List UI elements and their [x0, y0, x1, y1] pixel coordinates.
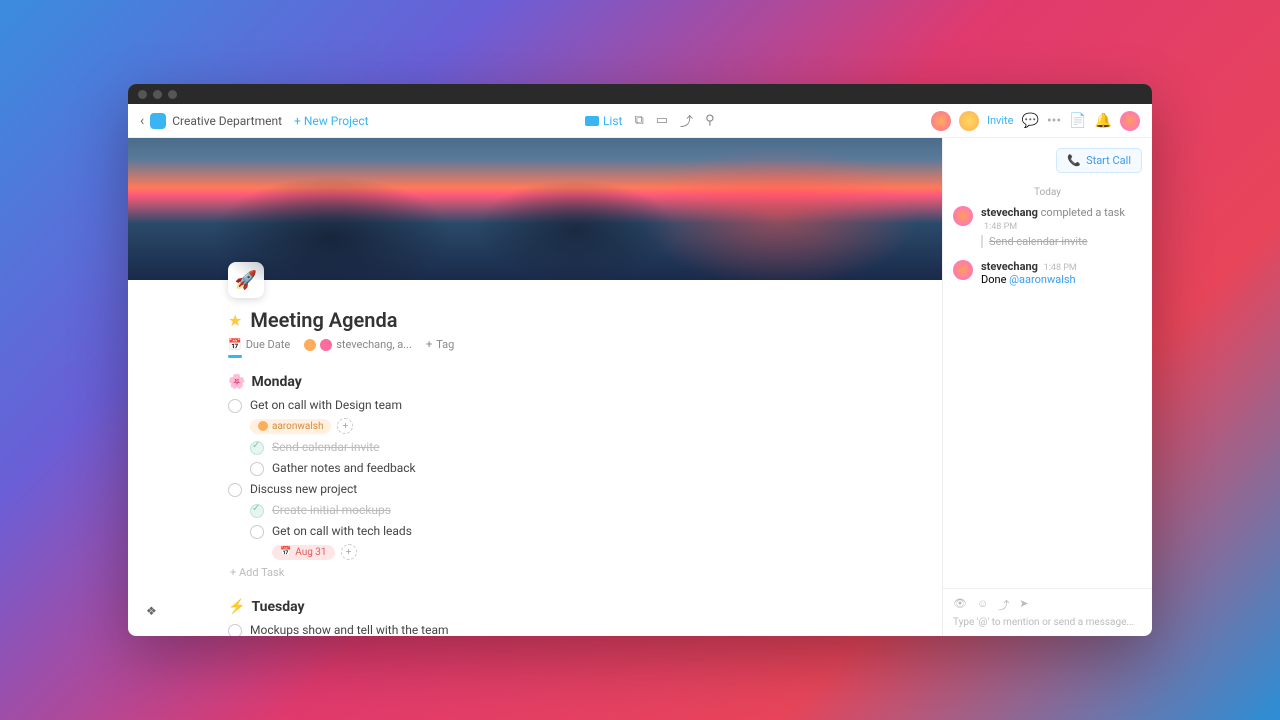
link-icon[interactable]: ⧉ [634, 113, 643, 128]
tag-chip[interactable]: + Tag [426, 338, 454, 351]
feed-user[interactable]: stevechang [981, 206, 1038, 219]
message-composer: 👁 ☺ ⤴ ➤ Type '@' to mention or send a me… [943, 588, 1152, 636]
add-chip-button[interactable]: + [337, 418, 353, 434]
eye-icon[interactable]: 👁 [953, 597, 967, 613]
task-text: Send calendar invite [272, 440, 379, 454]
hero-image: 🚀 [128, 138, 942, 280]
titlebar [128, 84, 1152, 104]
task-text: Gather notes and feedback [272, 461, 416, 475]
activity-feed: stevechang completed a task 1:48 PM Send… [943, 206, 1152, 588]
message-input[interactable]: Type '@' to mention or send a message... [953, 617, 1142, 628]
task-text: Mockups show and tell with the team [250, 623, 449, 636]
attach-icon[interactable]: ⤴ [998, 597, 1009, 613]
new-project-button[interactable]: New Project [294, 114, 369, 128]
bolt-icon: ⚡ [228, 599, 245, 615]
add-chip-button[interactable]: + [341, 544, 357, 560]
invite-button[interactable]: Invite [987, 114, 1014, 127]
feed-mention[interactable]: @aaronwalsh [1009, 273, 1075, 286]
help-icon[interactable]: ❖ [146, 604, 157, 618]
add-task-button[interactable]: + Add Task [230, 566, 842, 579]
assignees-chip[interactable]: stevechang, a... [304, 338, 412, 351]
back-button[interactable]: ‹ [140, 113, 144, 129]
traffic-light-zoom[interactable] [168, 90, 177, 99]
subtask-row[interactable]: Gather notes and feedback [250, 461, 842, 476]
task-row[interactable]: Mockups show and tell with the team [228, 623, 842, 636]
assignee-avatar-1 [304, 339, 316, 351]
traffic-light-close[interactable] [138, 90, 147, 99]
chat-icon[interactable]: 💬 [1022, 113, 1039, 129]
share-icon[interactable]: ⤴ [680, 111, 693, 130]
subtask-row[interactable]: Get on call with tech leads Aug 31 + [250, 524, 842, 560]
doc-icon[interactable]: 📄 [1069, 113, 1086, 129]
checkbox[interactable] [250, 462, 264, 476]
feed-time: 1:48 PM [984, 222, 1017, 232]
assignee-avatar-2 [320, 339, 332, 351]
calendar-icon: 📅 [228, 338, 242, 351]
board-icon[interactable]: ▭ [656, 113, 668, 128]
checkbox[interactable] [228, 483, 242, 497]
app-window: ‹ Creative Department New Project List ⧉… [128, 84, 1152, 636]
feed-time: 1:48 PM [1044, 263, 1077, 273]
toolbar: ‹ Creative Department New Project List ⧉… [128, 104, 1152, 138]
feed-avatar[interactable] [953, 206, 973, 226]
people-icon[interactable]: ⚲ [705, 113, 715, 128]
breadcrumb[interactable]: Creative Department [172, 114, 282, 128]
task-text: Get on call with Design team [250, 398, 402, 412]
task-text: Discuss new project [250, 482, 357, 496]
checkbox-done[interactable] [250, 504, 264, 518]
feed-avatar[interactable] [953, 260, 973, 280]
user-avatar[interactable] [1120, 111, 1140, 131]
feed-item: stevechang completed a task 1:48 PM Send… [953, 206, 1142, 248]
list-icon [585, 116, 599, 126]
section-header-monday: 🌸 Monday [228, 374, 842, 390]
feed-detail: Send calendar invite [981, 235, 1142, 248]
more-icon[interactable]: ••• [1047, 113, 1061, 129]
member-avatar-2[interactable] [959, 111, 979, 131]
start-call-button[interactable]: 📞 Start Call [1056, 148, 1142, 173]
task-row[interactable]: Discuss new project [228, 482, 842, 497]
subtask-row[interactable]: Send calendar invite [250, 440, 842, 455]
due-date-chip[interactable]: 📅 Due Date [228, 338, 290, 351]
task-row[interactable]: Get on call with Design team aaronwalsh … [228, 398, 842, 434]
assignee-chip[interactable]: aaronwalsh [250, 419, 331, 434]
today-label: Today [943, 187, 1152, 198]
flower-icon: 🌸 [228, 374, 245, 390]
body: 🚀 ★ Meeting Agenda 📅 Due Date stevechang… [128, 138, 1152, 636]
phone-icon: 📞 [1067, 154, 1081, 167]
send-icon[interactable]: ➤ [1019, 597, 1028, 613]
title-underline [228, 355, 242, 358]
view-list-button[interactable]: List [585, 114, 623, 128]
feed-action: completed a task [1041, 206, 1125, 219]
checkbox[interactable] [228, 399, 242, 413]
checkbox[interactable] [250, 525, 264, 539]
checkbox-done[interactable] [250, 441, 264, 455]
feed-item: stevechang 1:48 PM Done @aaronwalsh [953, 260, 1142, 286]
feed-message: Done [981, 273, 1006, 286]
traffic-light-minimize[interactable] [153, 90, 162, 99]
project-icon[interactable]: 🚀 [228, 262, 264, 298]
main-panel: 🚀 ★ Meeting Agenda 📅 Due Date stevechang… [128, 138, 942, 636]
page-title[interactable]: Meeting Agenda [250, 308, 397, 332]
feed-user[interactable]: stevechang [981, 260, 1038, 273]
date-chip[interactable]: Aug 31 [272, 545, 335, 560]
activity-sidebar: 📞 Start Call Today stevechang completed … [942, 138, 1152, 636]
task-text: Create initial mockups [272, 503, 391, 517]
bell-icon[interactable]: 🔔 [1095, 113, 1112, 129]
subtask-row[interactable]: Create initial mockups [250, 503, 842, 518]
emoji-icon[interactable]: ☺ [977, 597, 988, 613]
checkbox[interactable] [228, 624, 242, 636]
star-icon[interactable]: ★ [228, 311, 242, 330]
section-header-tuesday: ⚡ Tuesday [228, 599, 842, 615]
member-avatar-1[interactable] [931, 111, 951, 131]
task-text: Get on call with tech leads [272, 524, 412, 538]
view-label: List [603, 114, 623, 128]
workspace-icon[interactable] [150, 113, 166, 129]
